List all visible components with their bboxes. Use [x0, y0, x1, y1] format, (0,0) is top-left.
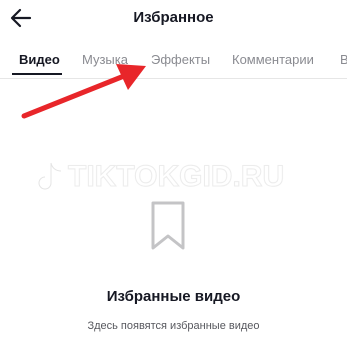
tab-effects[interactable]: Эффекты: [151, 52, 210, 67]
watermark-text: TIKTOKGID.RU: [67, 160, 285, 194]
page-title: Избранное: [133, 9, 214, 26]
watermark: TIKTOKGID.RU: [38, 157, 285, 197]
header: Избранное: [0, 0, 347, 40]
bookmark-icon: [151, 201, 185, 250]
empty-state-title: Избранные видео: [106, 288, 241, 305]
tab-comments[interactable]: Комментарии: [232, 52, 314, 67]
tiktok-logo-icon: [38, 161, 63, 191]
tab-more[interactable]: В: [340, 52, 347, 67]
red-arrow-icon: [21, 64, 146, 119]
empty-state-subtitle: Здесь появятся избранные видео: [87, 320, 260, 332]
